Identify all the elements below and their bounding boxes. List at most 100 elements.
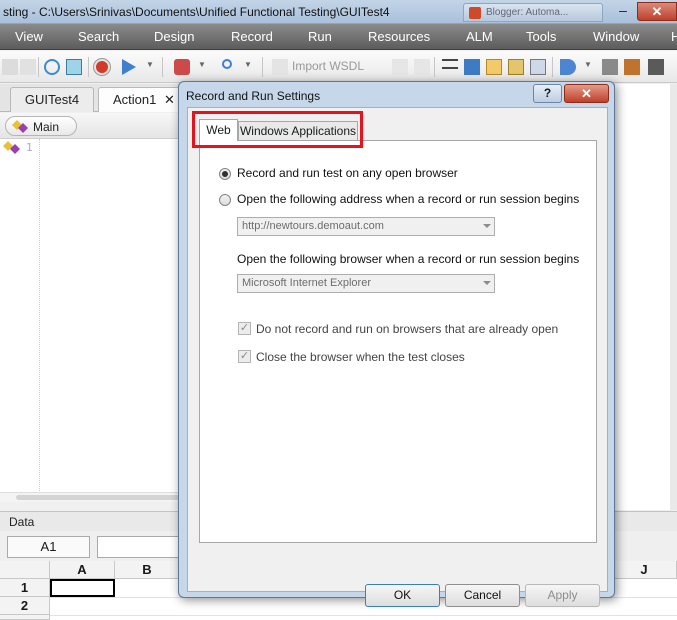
step-into-icon[interactable] bbox=[560, 59, 576, 75]
save-icon[interactable] bbox=[2, 59, 18, 75]
list-icon[interactable] bbox=[442, 59, 458, 69]
row-header-2[interactable]: 2 bbox=[0, 597, 50, 615]
refresh-icon[interactable] bbox=[44, 59, 60, 75]
dialog-close-button[interactable]: ✕ bbox=[564, 84, 609, 103]
toolbar-separator bbox=[552, 57, 553, 77]
radio-any-browser-label[interactable]: Record and run test on any open browser bbox=[237, 166, 458, 180]
formula-input[interactable] bbox=[97, 536, 187, 558]
chevron-down-icon bbox=[483, 224, 491, 228]
toolbar-separator bbox=[162, 57, 163, 77]
workspace-vertical-scrollbar[interactable] bbox=[670, 84, 677, 510]
options-icon[interactable] bbox=[602, 59, 618, 75]
script-editor[interactable]: 1 bbox=[0, 139, 180, 495]
toolbar-separator bbox=[38, 57, 39, 77]
window-title: sting - C:\Users\Srinivas\Documents\Unif… bbox=[3, 5, 390, 19]
menu-resources[interactable]: Resources bbox=[368, 29, 430, 44]
ok-button[interactable]: OK bbox=[365, 584, 440, 607]
browser-label: Open the following browser when a record… bbox=[237, 252, 580, 266]
address-value: http://newtours.demoaut.com bbox=[242, 220, 384, 232]
toolbar-separator bbox=[434, 57, 435, 77]
chevron-down-icon[interactable]: ▼ bbox=[146, 60, 154, 69]
menu-run[interactable]: Run bbox=[308, 29, 332, 44]
line-number: 1 bbox=[26, 141, 33, 154]
title-bar: sting - C:\Users\Srinivas\Documents\Unif… bbox=[0, 0, 677, 24]
menu-window[interactable]: Window bbox=[593, 29, 639, 44]
chevron-down-icon[interactable]: ▼ bbox=[584, 60, 592, 69]
document-tabs: GUITest4 Action1 ✕ bbox=[0, 84, 180, 112]
record-run-settings-dialog: Record and Run Settings ? ✕ Web Windows … bbox=[178, 81, 615, 607]
tab-highlight-annotation bbox=[192, 111, 363, 148]
tab-guitest4-label: GUITest4 bbox=[24, 92, 80, 107]
browser-background-tab[interactable]: Blogger: Automa... bbox=[463, 3, 603, 22]
workspace-right-area bbox=[614, 84, 677, 510]
help-button[interactable]: ? bbox=[533, 84, 562, 103]
step-icon[interactable] bbox=[392, 59, 408, 75]
tab-action1[interactable]: Action1 ✕ bbox=[98, 87, 180, 112]
apply-button[interactable]: Apply bbox=[525, 584, 600, 607]
object-repository-icon[interactable] bbox=[464, 59, 480, 75]
close-icon[interactable]: ✕ bbox=[164, 92, 175, 107]
web-tab-panel: Record and run test on any open browser … bbox=[199, 140, 597, 543]
menu-tools[interactable]: Tools bbox=[526, 29, 556, 44]
radio-open-address-label[interactable]: Open the following address when a record… bbox=[237, 192, 579, 206]
window-close-button[interactable]: ✕ bbox=[637, 2, 677, 21]
import-wsdl-button[interactable]: Import WSDL bbox=[292, 59, 364, 73]
checkbox-close-browser-label[interactable]: Close the browser when the test closes bbox=[256, 350, 465, 364]
editor-horizontal-scrollbar[interactable] bbox=[0, 492, 180, 502]
menu-search[interactable]: Search bbox=[78, 29, 119, 44]
main-action-button[interactable]: Main bbox=[5, 116, 77, 136]
chevron-down-icon bbox=[483, 281, 491, 285]
run-icon[interactable] bbox=[122, 59, 136, 75]
wsdl-icon bbox=[272, 59, 288, 75]
minimize-icon[interactable]: – bbox=[612, 3, 634, 21]
book-icon[interactable] bbox=[530, 59, 546, 75]
cell-reference-box[interactable]: A1 bbox=[7, 536, 90, 558]
action-breadcrumb-bar: Main bbox=[0, 113, 180, 139]
save-all-icon[interactable] bbox=[20, 59, 36, 75]
menu-help[interactable]: H bbox=[671, 29, 677, 44]
blogger-icon bbox=[469, 7, 481, 19]
row-header-3[interactable] bbox=[0, 615, 50, 620]
record-icon[interactable] bbox=[94, 59, 110, 75]
chevron-down-icon[interactable]: ▼ bbox=[244, 60, 252, 69]
action-diamond-icon bbox=[12, 120, 28, 133]
checkbox-no-record-label[interactable]: Do not record and run on browsers that a… bbox=[256, 322, 558, 336]
menu-design[interactable]: Design bbox=[154, 29, 194, 44]
dialog-body: Web Windows Applications Record and run … bbox=[187, 107, 608, 607]
cancel-button[interactable]: Cancel bbox=[445, 584, 520, 607]
chevron-down-icon[interactable]: ▼ bbox=[198, 60, 206, 69]
settings-icon[interactable] bbox=[648, 59, 664, 75]
object-spy-icon[interactable] bbox=[66, 59, 82, 75]
link-icon[interactable] bbox=[414, 59, 430, 75]
pin-icon[interactable] bbox=[222, 59, 232, 69]
agent-icon[interactable] bbox=[624, 59, 640, 75]
checkpoint-icon[interactable] bbox=[486, 59, 502, 75]
menu-view[interactable]: View bbox=[15, 29, 43, 44]
grid-line bbox=[50, 615, 677, 616]
menu-alm[interactable]: ALM bbox=[466, 29, 493, 44]
address-combo[interactable]: http://newtours.demoaut.com bbox=[237, 217, 495, 236]
radio-open-address[interactable] bbox=[219, 194, 231, 206]
selected-cell-a1[interactable] bbox=[50, 579, 115, 597]
scrollbar-thumb[interactable] bbox=[16, 495, 180, 500]
menu-bar: View Search Design Record Run Resources … bbox=[0, 24, 677, 50]
dialog-title: Record and Run Settings bbox=[186, 89, 321, 103]
column-header-a[interactable]: A bbox=[50, 561, 115, 579]
menu-record[interactable]: Record bbox=[231, 29, 273, 44]
browser-combo[interactable]: Microsoft Internet Explorer bbox=[237, 274, 495, 293]
tab-action1-label: Action1 bbox=[113, 92, 157, 107]
checkbox-no-record-open-browsers[interactable]: ✓ bbox=[238, 322, 251, 335]
tab-guitest4[interactable]: GUITest4 bbox=[10, 87, 94, 112]
checkbox-close-browser[interactable]: ✓ bbox=[238, 350, 251, 363]
folder-icon[interactable] bbox=[508, 59, 524, 75]
grid-corner bbox=[0, 561, 50, 579]
column-header-b[interactable]: B bbox=[115, 561, 180, 579]
browser-tab-label: Blogger: Automa... bbox=[486, 7, 569, 18]
row-header-1[interactable]: 1 bbox=[0, 579, 50, 597]
breakpoint-icon[interactable] bbox=[174, 59, 190, 75]
data-pane-title: Data bbox=[9, 515, 35, 529]
action-diamond-icon bbox=[3, 141, 20, 154]
editor-gutter: 1 bbox=[0, 139, 40, 495]
column-header-j[interactable]: J bbox=[612, 561, 677, 579]
radio-any-browser[interactable] bbox=[219, 168, 231, 180]
